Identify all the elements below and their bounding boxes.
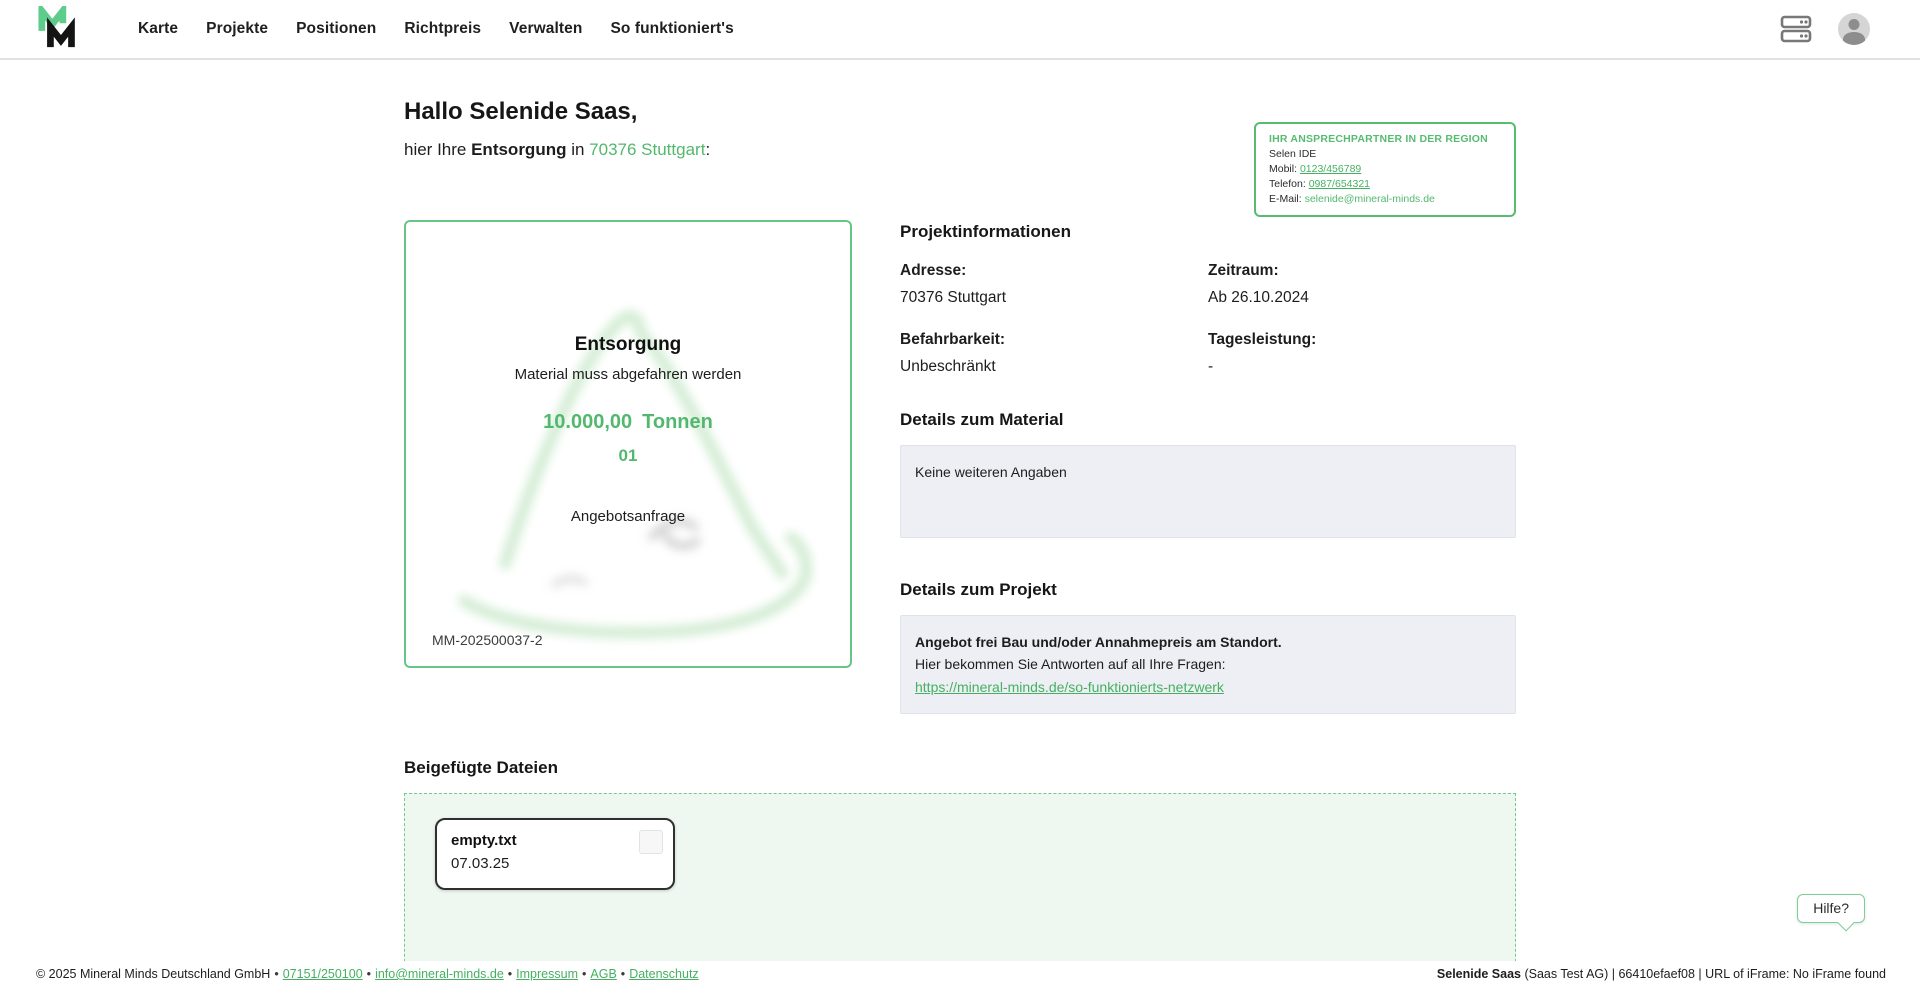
project-details-line: Hier bekommen Sie Antworten auf all Ihre…: [915, 653, 1501, 675]
info-field-adresse: Adresse: 70376 Stuttgart: [900, 262, 1208, 307]
project-details-box: Angebot frei Bau und/oder Annahmepreis a…: [900, 615, 1516, 714]
contact-mobile-line: Mobil: 0123/456789: [1269, 163, 1501, 175]
contact-email-link[interactable]: selenide@mineral-minds.de: [1305, 193, 1435, 205]
contact-name: Selen IDE: [1269, 148, 1501, 160]
footer-separator: •: [367, 967, 371, 981]
info-value: Unbeschränkt: [900, 358, 1208, 376]
project-reference: MM-202500037-2: [432, 632, 543, 648]
project-info-grid: Adresse: 70376 Stuttgart Zeitraum: Ab 26…: [900, 262, 1516, 376]
contact-email-line: E-Mail: selenide@mineral-minds.de: [1269, 193, 1501, 205]
footer-email-link[interactable]: info@mineral-minds.de: [375, 967, 504, 981]
material-details-text: Keine weiteren Angaben: [915, 464, 1067, 480]
server-stack-icon[interactable]: [1780, 15, 1812, 43]
info-value: Ab 26.10.2024: [1208, 289, 1516, 307]
attached-files-section: Beigefügte Dateien empty.txt 07.03.25: [404, 758, 1516, 994]
info-label: Befahrbarkeit:: [900, 331, 1208, 349]
footer-user-details: (Saas Test AG) | 66410efaef08 | URL of i…: [1521, 967, 1886, 981]
main-row: Entsorgung Material muss abgefahren werd…: [404, 220, 1516, 714]
footer-separator: •: [582, 967, 586, 981]
footer-user-name: Selenide Saas: [1437, 967, 1521, 981]
contact-phone-label: Telefon:: [1269, 178, 1309, 190]
footer-left: © 2025 Mineral Minds Deutschland GmbH • 07…: [36, 967, 699, 981]
project-status: Angebotsanfrage: [406, 508, 850, 525]
material-details-title: Details zum Material: [900, 410, 1516, 430]
contact-card-title: IHR ANSPRECHPARTNER IN DER REGION: [1269, 133, 1501, 145]
contact-email-label: E-Mail:: [1269, 193, 1305, 205]
contact-partner-card: IHR ANSPRECHPARTNER IN DER REGION Selen …: [1254, 122, 1516, 217]
info-label: Adresse:: [900, 262, 1208, 280]
footer-datenschutz-link[interactable]: Datenschutz: [629, 967, 698, 981]
amount-value: 10.000,00: [543, 411, 632, 433]
contact-phone-link[interactable]: 0987/654321: [1309, 178, 1370, 190]
material-details-box: Keine weiteren Angaben: [900, 445, 1516, 538]
project-card-content: Entsorgung Material muss abgefahren werd…: [406, 222, 850, 525]
attached-files-title: Beigefügte Dateien: [404, 758, 1516, 778]
nav-item-so-funktionierts[interactable]: So funktioniert's: [610, 20, 733, 38]
greeting-prefix: hier Ihre: [404, 140, 471, 159]
nav-item-positionen[interactable]: Positionen: [296, 20, 376, 38]
project-card[interactable]: Entsorgung Material muss abgefahren werd…: [404, 220, 852, 668]
nav-item-richtpreis[interactable]: Richtpreis: [404, 20, 481, 38]
project-transport-note: Material muss abgefahren werden: [406, 366, 850, 383]
footer-separator: •: [508, 967, 512, 981]
footer-separator: •: [621, 967, 625, 981]
footer: © 2025 Mineral Minds Deutschland GmbH • 07…: [0, 961, 1920, 994]
info-value: 70376 Stuttgart: [900, 289, 1208, 307]
greeting-mid: in: [566, 140, 589, 159]
footer-agb-link[interactable]: AGB: [590, 967, 616, 981]
page-content: Hallo Selenide Saas, hier Ihre Entsorgun…: [404, 98, 1516, 994]
info-field-tagesleistung: Tagesleistung: -: [1208, 331, 1516, 376]
info-label: Tagesleistung:: [1208, 331, 1516, 349]
project-type: Entsorgung: [406, 334, 850, 356]
footer-separator: •: [274, 967, 278, 981]
file-name: empty.txt: [451, 832, 659, 849]
greeting-suffix: :: [705, 140, 710, 159]
contact-mobile-link[interactable]: 0123/456789: [1300, 163, 1361, 175]
amount-unit: Tonnen: [642, 411, 713, 433]
info-label: Zeitraum:: [1208, 262, 1516, 280]
footer-impressum-link[interactable]: Impressum: [516, 967, 578, 981]
footer-phone-link[interactable]: 07151/250100: [283, 967, 363, 981]
footer-copyright: © 2025 Mineral Minds Deutschland GmbH: [36, 967, 270, 981]
footer-user-info: Selenide Saas (Saas Test AG) | 66410efae…: [1437, 967, 1886, 981]
nav-item-verwalten[interactable]: Verwalten: [509, 20, 582, 38]
user-avatar-icon[interactable]: [1838, 13, 1870, 45]
main-nav: Karte Projekte Positionen Richtpreis Ver…: [138, 20, 734, 38]
project-details-bold-line: Angebot frei Bau und/oder Annahmepreis a…: [915, 631, 1501, 653]
top-nav-bar: Karte Projekte Positionen Richtpreis Ver…: [0, 0, 1920, 60]
avatar-head: [1849, 19, 1860, 30]
project-details-link[interactable]: https://mineral-minds.de/so-funktioniert…: [915, 679, 1224, 695]
header-actions: [1780, 13, 1870, 45]
info-field-zeitraum: Zeitraum: Ab 26.10.2024: [1208, 262, 1516, 307]
nav-item-projekte[interactable]: Projekte: [206, 20, 268, 38]
contact-mobile-label: Mobil:: [1269, 163, 1300, 175]
project-details-title: Details zum Projekt: [900, 580, 1516, 600]
avatar-shoulders: [1843, 32, 1865, 45]
greeting-location: 70376 Stuttgart: [589, 140, 705, 159]
project-amount: 10.000,00 Tonnen: [406, 411, 850, 434]
file-checkbox[interactable]: [639, 830, 663, 854]
file-date: 07.03.25: [451, 855, 659, 872]
nav-item-karte[interactable]: Karte: [138, 20, 178, 38]
file-card[interactable]: empty.txt 07.03.25: [435, 818, 675, 890]
greeting-type: Entsorgung: [471, 140, 566, 159]
info-value: -: [1208, 358, 1516, 376]
contact-phone-line: Telefon: 0987/654321: [1269, 178, 1501, 190]
position-count: 01: [406, 446, 850, 466]
project-info-column: Projektinformationen Adresse: 70376 Stut…: [900, 220, 1516, 714]
help-button[interactable]: Hilfe?: [1797, 894, 1865, 923]
project-info-title: Projektinformationen: [900, 222, 1516, 242]
info-field-befahrbarkeit: Befahrbarkeit: Unbeschränkt: [900, 331, 1208, 376]
mineral-minds-logo-icon[interactable]: [38, 6, 82, 52]
